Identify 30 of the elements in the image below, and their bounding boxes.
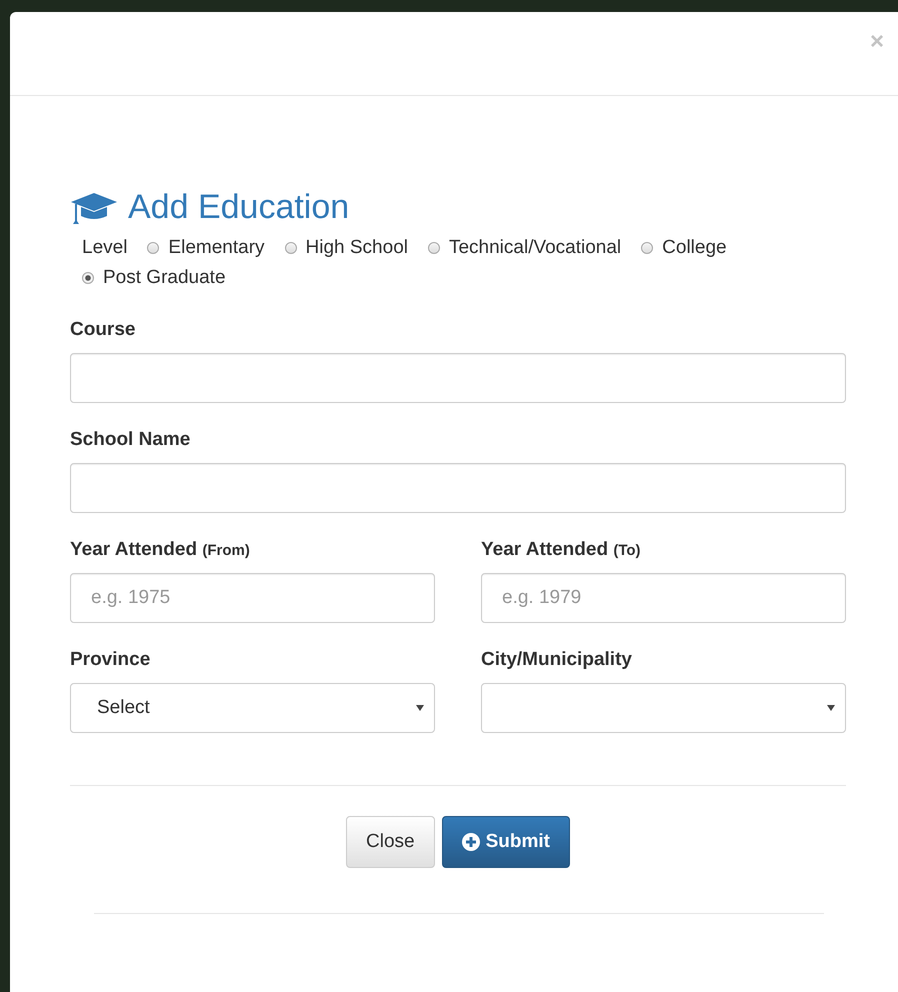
caret-icon [416,705,424,711]
field-label: Year Attended (From) [70,539,251,561]
level-label: Level [82,237,128,259]
radio-button[interactable] [147,242,160,254]
field-label: School Name [70,429,192,451]
radio-button[interactable] [284,242,297,254]
submit-button[interactable]: Submit [442,816,570,868]
select-field[interactable] [481,683,846,733]
plus-circle-icon [462,833,480,851]
select-field[interactable]: Select [70,683,435,733]
level-radio-option[interactable]: College [641,237,727,259]
field-label: Course [70,319,136,341]
input-field[interactable]: e.g. 1975 [70,573,435,623]
radio-button[interactable] [641,242,654,254]
level-radio-option[interactable]: Post Graduate [82,267,226,289]
dialog-title: Add Education [128,188,350,227]
input-field[interactable]: e.g. 1979 [481,573,846,623]
input-field[interactable] [70,353,846,403]
caret-icon [827,705,835,711]
close-button[interactable]: Close [346,816,435,868]
level-radio-option[interactable]: Elementary [147,237,265,259]
graduation-cap-icon [70,190,118,224]
level-radio-option[interactable]: Technical/Vocational [428,237,622,259]
radio-button[interactable] [82,272,94,284]
level-radio-option[interactable]: High School [284,237,408,259]
field-label: Province [70,649,152,671]
field-label: City/Municipality [481,649,633,671]
field-label: Year Attended (To) [481,539,642,561]
input-field[interactable] [70,463,846,513]
radio-button[interactable] [428,242,440,254]
